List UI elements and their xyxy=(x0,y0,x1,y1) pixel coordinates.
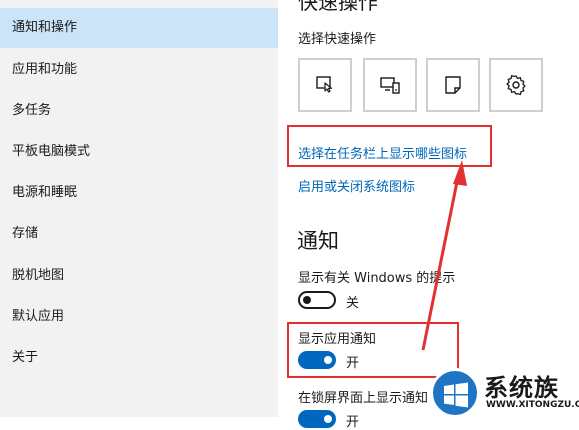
sidebar-item-tablet-mode[interactable]: 平板电脑模式 xyxy=(0,132,278,172)
sidebar-item-default-apps[interactable]: 默认应用 xyxy=(0,297,278,337)
sidebar-item-multitasking[interactable]: 多任务 xyxy=(0,91,278,131)
quick-action-tile-settings[interactable] xyxy=(489,58,543,112)
windows-tips-label: 显示有关 Windows 的提示 xyxy=(298,271,456,286)
highlight-taskbar-link-box xyxy=(287,125,492,167)
quick-action-tile-note[interactable] xyxy=(426,58,480,112)
quick-action-tile-connect[interactable] xyxy=(363,58,417,112)
watermark-title: 系统族 xyxy=(484,374,559,402)
settings-sidebar: 通知和操作 应用和功能 多任务 平板电脑模式 电源和睡眠 存储 脱机地图 默认应… xyxy=(0,0,278,424)
note-icon xyxy=(445,76,461,94)
windows-tips-state: 关 xyxy=(346,296,360,311)
connect-icon xyxy=(380,77,400,94)
windows-tips-toggle[interactable] xyxy=(298,291,336,309)
sidebar-item-offline-maps[interactable]: 脱机地图 xyxy=(0,256,278,296)
lock-screen-notifications-label: 在锁屏界面上显示通知 xyxy=(298,391,429,406)
watermark-url: WWW.XITONGZU.COM xyxy=(486,400,579,410)
quick-action-tile-tablet[interactable] xyxy=(298,58,352,112)
choose-quick-actions-label: 选择快速操作 xyxy=(298,32,377,47)
notifications-heading: 通知 xyxy=(297,229,339,253)
settings-icon xyxy=(506,75,526,96)
sidebar-item-notifications-actions[interactable]: 通知和操作 xyxy=(0,8,278,48)
quick-actions-heading: 快速操作 xyxy=(298,0,378,14)
sidebar-bottom-edge xyxy=(0,417,278,424)
sidebar-item-power-sleep[interactable]: 电源和睡眠 xyxy=(0,173,278,213)
lock-screen-state: 开 xyxy=(346,415,360,430)
tablet-mode-icon xyxy=(316,76,333,93)
system-icons-link[interactable]: 启用或关闭系统图标 xyxy=(298,176,415,195)
lock-screen-toggle[interactable] xyxy=(298,410,336,428)
sidebar-item-about[interactable]: 关于 xyxy=(0,338,278,378)
sidebar-item-apps-features[interactable]: 应用和功能 xyxy=(0,50,278,90)
watermark: 系统族 WWW.XITONGZU.COM xyxy=(430,366,579,424)
sidebar-item-storage[interactable]: 存储 xyxy=(0,214,278,254)
windows-logo-icon xyxy=(430,368,480,418)
